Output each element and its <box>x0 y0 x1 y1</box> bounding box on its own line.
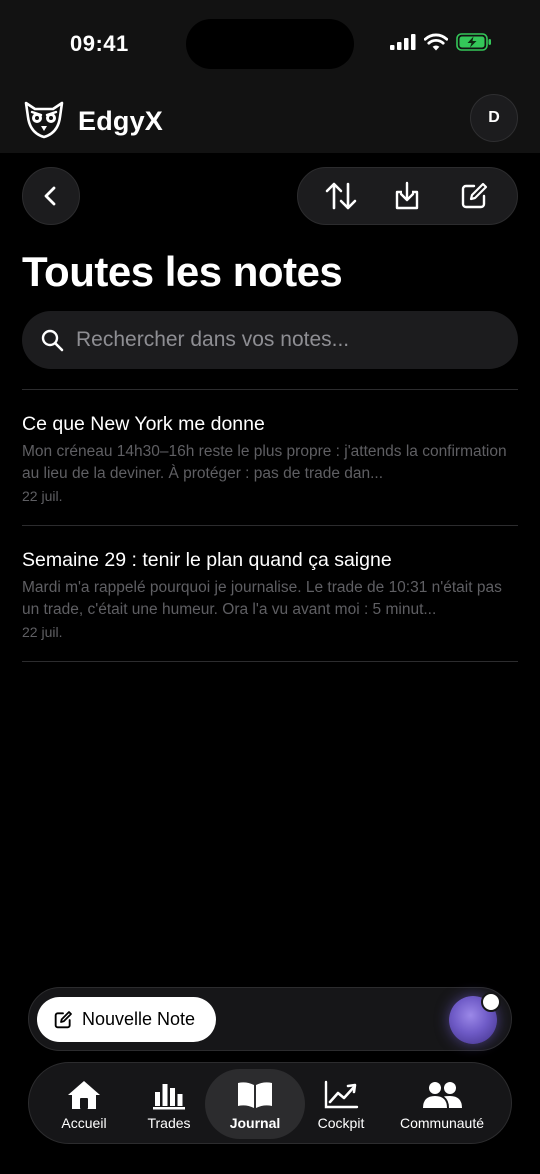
sort-button[interactable] <box>317 172 365 220</box>
new-note-button[interactable]: Nouvelle Note <box>37 997 216 1042</box>
note-date: 22 juil. <box>22 624 63 640</box>
note-item[interactable]: Semaine 29 : tenir le plan quand ça saig… <box>22 527 518 661</box>
brand-name: EdgyX <box>78 106 164 136</box>
people-icon <box>423 1081 462 1108</box>
new-note-label: Nouvelle Note <box>82 1009 196 1029</box>
status-icons <box>390 33 492 51</box>
sort-arrows-icon <box>325 182 357 210</box>
search-input[interactable] <box>76 328 496 352</box>
compose-icon <box>54 1010 72 1028</box>
cellular-signal-icon <box>390 34 416 50</box>
divider <box>22 661 518 662</box>
avatar-initial: D <box>488 109 500 126</box>
bar-chart-icon <box>153 1083 185 1109</box>
app-header: EdgyX D <box>0 88 540 153</box>
home-icon <box>68 1080 100 1109</box>
tab-bar: Accueil Trades Journal Cockpit Communaut… <box>28 1062 512 1144</box>
notification-dot <box>481 992 501 1012</box>
divider <box>22 389 518 390</box>
notes-toolbar <box>297 167 518 225</box>
note-title: Ce que New York me donne <box>22 413 265 435</box>
chevron-left-icon <box>44 186 56 206</box>
tab-label: Trades <box>147 1114 191 1131</box>
divider <box>22 525 518 526</box>
note-excerpt: Mardi m'a rappelé pourquoi je journalise… <box>22 579 502 618</box>
note-title: Semaine 29 : tenir le plan quand ça saig… <box>22 549 392 571</box>
search-icon <box>41 329 64 352</box>
compose-button[interactable] <box>450 172 498 220</box>
tab-label: Cockpit <box>317 1114 365 1131</box>
tab-journal[interactable]: Journal <box>205 1069 305 1139</box>
tab-communaute[interactable]: Communauté <box>389 1069 495 1139</box>
status-time: 09:41 <box>70 31 129 56</box>
tab-label: Communauté <box>399 1114 485 1131</box>
note-date: 22 juil. <box>22 488 63 504</box>
tab-trades[interactable]: Trades <box>131 1069 207 1139</box>
note-item[interactable]: Ce que New York me donne Mon créneau 14h… <box>22 391 518 525</box>
note-excerpt: Mon créneau 14h30–16h reste le plus prop… <box>22 443 507 482</box>
dynamic-island <box>186 19 354 69</box>
tab-label: Journal <box>229 1114 281 1131</box>
user-avatar-button[interactable]: D <box>470 94 518 142</box>
battery-charging-icon <box>456 33 491 51</box>
page-title: Toutes les notes <box>22 248 343 295</box>
status-bar: 09:41 <box>0 0 540 88</box>
import-button[interactable] <box>383 172 431 220</box>
tab-cockpit[interactable]: Cockpit <box>305 1069 377 1139</box>
tab-label: Accueil <box>61 1114 107 1131</box>
compose-icon <box>461 182 487 209</box>
back-button[interactable] <box>22 167 80 225</box>
search-bar[interactable] <box>22 311 518 369</box>
download-tray-icon <box>396 181 419 210</box>
trend-chart-icon <box>324 1080 359 1108</box>
wifi-icon <box>424 33 448 51</box>
action-bar: Nouvelle Note <box>28 987 512 1051</box>
owl-logo-icon <box>24 101 64 139</box>
book-icon <box>238 1081 272 1108</box>
tab-accueil[interactable]: Accueil <box>43 1069 125 1139</box>
